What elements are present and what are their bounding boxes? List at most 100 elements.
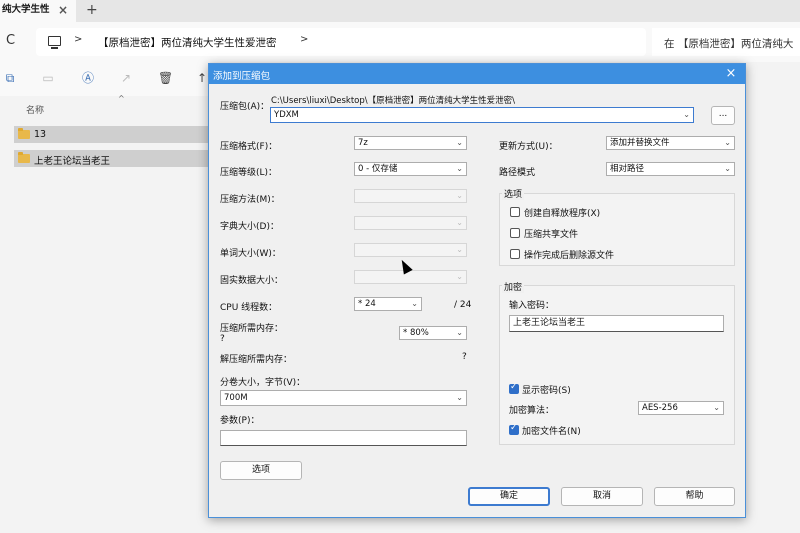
threads-select[interactable]: * 24 ⌄: [354, 297, 422, 311]
params-label: 参数(P)：: [220, 416, 260, 426]
encrypt-names-checkbox[interactable]: [509, 423, 519, 435]
method-label: 压缩方法(M)：: [220, 195, 280, 205]
level-value: 0 - 仅存储: [358, 164, 398, 174]
params-input[interactable]: [220, 430, 467, 446]
add-to-archive-dialog: 添加到压缩包 × 压缩包(A)： C:\Users\liuxi\Desktop\…: [208, 63, 746, 518]
list-item[interactable]: 上老王论坛当老王: [14, 150, 210, 167]
chevron-down-icon[interactable]: ⌄: [411, 298, 418, 310]
encryption-method-select[interactable]: AES-256 ⌄: [638, 401, 724, 415]
word-select[interactable]: ⌄: [354, 243, 467, 257]
path-mode-value: 相对路径: [610, 164, 645, 174]
threads-total: / 24: [454, 300, 472, 310]
tab-close-icon[interactable]: ×: [58, 0, 68, 20]
computer-icon: [48, 36, 61, 49]
chevron-down-icon[interactable]: ⌄: [713, 402, 720, 414]
address-bar[interactable]: > 【原档泄密】两位清纯大学生性爱泄密 >: [36, 28, 646, 56]
folder-icon: [18, 152, 30, 163]
decompress-memory-value: ?: [462, 352, 467, 362]
list-item-label: 上老王论坛当老王: [34, 156, 111, 167]
refresh-icon[interactable]: C: [6, 33, 15, 48]
memory-unknown: ?: [220, 334, 225, 344]
column-header-name[interactable]: 名称: [26, 103, 44, 116]
cancel-button[interactable]: 取消: [561, 487, 643, 506]
breadcrumb-folder[interactable]: 【原档泄密】两位清纯大学生性爱泄密: [98, 35, 277, 50]
format-select[interactable]: 7z ⌄: [354, 136, 467, 150]
shared-checkbox[interactable]: [510, 228, 520, 238]
chevron-down-icon[interactable]: ⌄: [456, 327, 463, 339]
delete-source-label[interactable]: 操作完成后删除源文件: [524, 248, 614, 261]
show-password-checkbox[interactable]: [509, 382, 519, 394]
split-label: 分卷大小，字节(V)：: [220, 378, 306, 388]
copy-icon[interactable]: ⧉: [4, 72, 16, 84]
search-box[interactable]: 在 【原档泄密】两位清纯大: [652, 28, 800, 56]
shared-label[interactable]: 压缩共享文件: [524, 227, 578, 240]
chevron-down-icon: ⌄: [456, 272, 463, 281]
sort-caret-icon: ^: [118, 94, 125, 103]
password-input[interactable]: 上老王论坛当老王: [509, 315, 724, 332]
encryption-method-value: AES-256: [642, 403, 678, 413]
update-mode-label: 更新方式(U)：: [499, 142, 558, 152]
paste-icon[interactable]: ▭: [42, 72, 54, 84]
chevron-down-icon: ⌄: [456, 191, 463, 200]
chevron-right-icon[interactable]: >: [300, 34, 308, 45]
sfx-checkbox[interactable]: [510, 207, 520, 217]
chevron-down-icon[interactable]: ⌄: [724, 163, 731, 175]
password-label: 输入密码：: [509, 301, 555, 311]
address-bar-row: C > 【原档泄密】两位清纯大学生性爱泄密 > 在 【原档泄密】两位清纯大: [0, 22, 800, 62]
breadcrumb-chevron-icon[interactable]: >: [74, 34, 82, 45]
threads-label: CPU 线程数：: [220, 303, 278, 313]
command-bar: ⧉ ▭ Ⓐ ↗ 🗑 ↑: [0, 62, 210, 96]
format-value: 7z: [358, 138, 368, 148]
archive-path: C:\Users\liuxi\Desktop\【原档泄密】两位清纯大学生性爱泄密…: [271, 96, 515, 106]
delete-icon[interactable]: 🗑: [158, 72, 173, 84]
encryption-group-title: 加密: [502, 280, 525, 293]
list-item-label: 13: [34, 129, 47, 140]
browse-button[interactable]: ...: [711, 106, 735, 125]
close-icon[interactable]: ×: [723, 65, 739, 82]
tab-title: 纯大学生性: [2, 4, 50, 15]
format-label: 压缩格式(F)：: [220, 142, 278, 152]
list-item[interactable]: 13: [14, 126, 210, 143]
solid-label: 固实数据大小：: [220, 276, 284, 286]
archive-name-value: YDXM: [274, 110, 299, 120]
chevron-down-icon[interactable]: ⌄: [724, 137, 731, 149]
encryption-method-label: 加密算法：: [509, 406, 555, 416]
sfx-label[interactable]: 创建自释放程序(X): [524, 206, 600, 219]
options-group-title: 选项: [502, 187, 525, 200]
encrypt-names-label[interactable]: 加密文件名(N): [522, 424, 581, 437]
show-password-label[interactable]: 显示密码(S): [522, 383, 571, 396]
memory-label: 压缩所需内存：: [220, 324, 284, 334]
sort-icon[interactable]: ↑: [196, 72, 208, 84]
share-icon[interactable]: ↗: [120, 72, 132, 84]
explorer-tab[interactable]: 纯大学生性 ×: [0, 0, 76, 22]
decompress-memory-label: 解压缩所需内存：: [220, 355, 293, 365]
path-mode-label: 路径模式: [499, 168, 536, 178]
split-value: 700M: [224, 393, 248, 403]
new-tab-icon[interactable]: +: [86, 0, 98, 20]
dict-select[interactable]: ⌄: [354, 216, 467, 230]
delete-source-checkbox[interactable]: [510, 249, 520, 259]
chevron-down-icon: ⌄: [456, 245, 463, 254]
split-combo[interactable]: 700M ⌄: [220, 390, 467, 406]
dialog-title-bar[interactable]: 添加到压缩包 ×: [209, 64, 745, 84]
update-mode-value: 添加并替换文件: [610, 138, 670, 148]
dict-label: 字典大小(D)：: [220, 222, 279, 232]
path-mode-select[interactable]: 相对路径 ⌄: [606, 162, 735, 176]
ok-button[interactable]: 确定: [468, 487, 550, 506]
chevron-down-icon[interactable]: ⌄: [456, 163, 463, 175]
archive-label: 压缩包(A)：: [220, 102, 270, 112]
chevron-down-icon[interactable]: ⌄: [683, 108, 690, 122]
update-mode-select[interactable]: 添加并替换文件 ⌄: [606, 136, 735, 150]
solid-select[interactable]: ⌄: [354, 270, 467, 284]
tab-bar: 纯大学生性 × +: [0, 0, 800, 22]
folder-icon: [18, 128, 30, 139]
chevron-down-icon[interactable]: ⌄: [456, 391, 463, 405]
archive-name-combo[interactable]: YDXM ⌄: [270, 107, 694, 123]
level-select[interactable]: 0 - 仅存储 ⌄: [354, 162, 467, 176]
help-button[interactable]: 帮助: [654, 487, 735, 506]
method-select[interactable]: ⌄: [354, 189, 467, 203]
memory-select[interactable]: * 80% ⌄: [399, 326, 467, 340]
chevron-down-icon[interactable]: ⌄: [456, 137, 463, 149]
rename-icon[interactable]: Ⓐ: [82, 72, 94, 84]
options-button[interactable]: 选项: [220, 461, 302, 480]
